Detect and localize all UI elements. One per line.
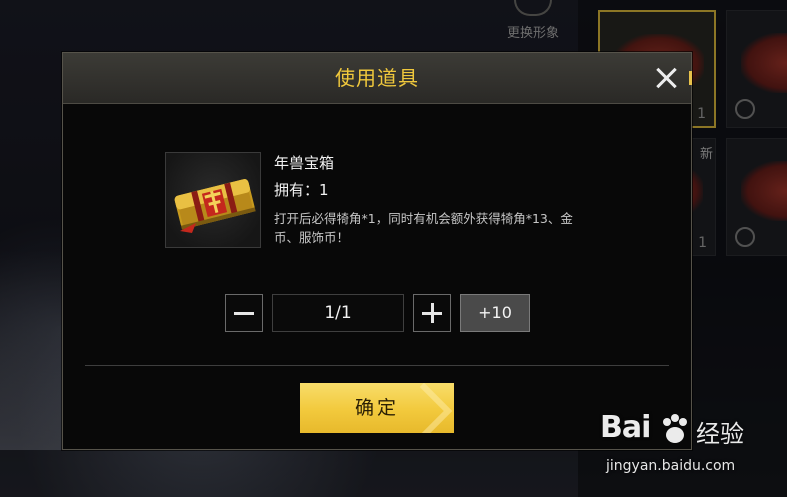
item-owned-count: 拥有：1 [274, 181, 329, 199]
paw-icon [663, 414, 687, 443]
use-item-dialog: 使用道具 年兽宝箱 拥有：1 打开后必得犄角*1，同时有机会额外获得犄角*13、… [62, 52, 692, 450]
item-image [165, 152, 261, 248]
item-description: 打开后必得犄角*1，同时有机会额外获得犄角*13、金币、服饰币！ [274, 211, 573, 245]
dialog-header: 使用道具 [63, 53, 692, 104]
confirm-button[interactable]: 确定 [300, 383, 454, 433]
watermark-url: jingyan.baidu.com [606, 458, 736, 474]
game-scene: 更换形象 1 1 新 使用道具 年兽宝箱 拥有：1 打开后必得犄角*1，同时有机… [0, 0, 787, 497]
dialog-title: 使用道具 [335, 66, 419, 90]
watermark-logo-cn: 经验 [696, 420, 744, 448]
quantity-field[interactable]: 1/1 [272, 294, 404, 332]
item-name: 年兽宝箱 [274, 154, 335, 172]
confirm-label: 确定 [354, 397, 399, 419]
baidu-watermark: Bai 经验 jingyan.baidu.com [600, 410, 770, 490]
plus-ten-button[interactable]: +10 [460, 294, 530, 332]
close-icon[interactable] [651, 63, 681, 93]
watermark-logo-text: Bai [600, 410, 651, 445]
decrease-quantity-button[interactable] [225, 294, 263, 332]
increase-quantity-button[interactable] [413, 294, 451, 332]
divider [85, 365, 669, 366]
treasure-chest-icon [174, 179, 256, 233]
chevron-decoration-icon [395, 383, 453, 433]
